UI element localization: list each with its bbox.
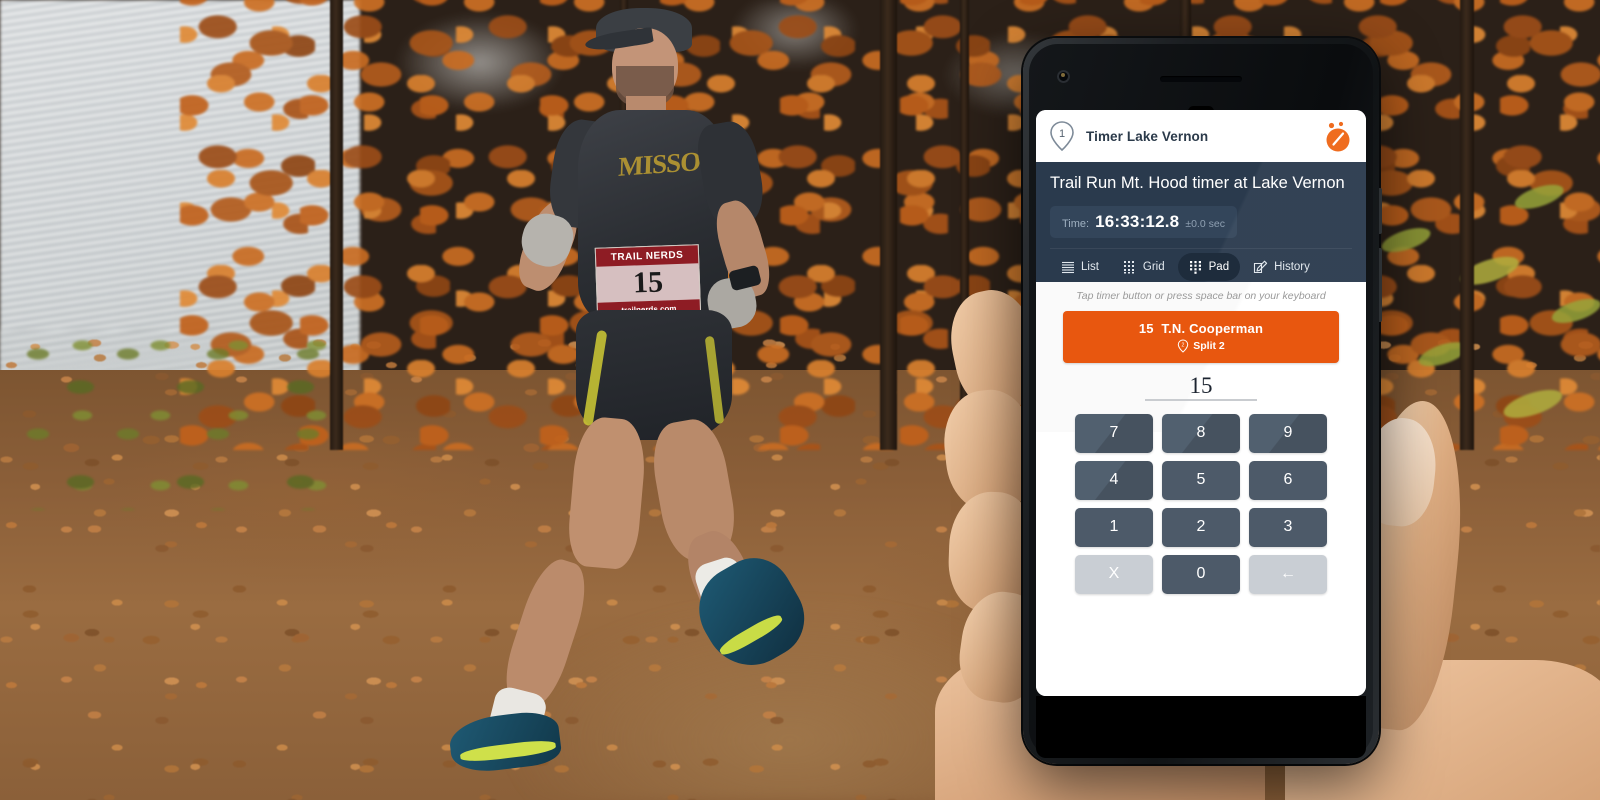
tab-grid[interactable]: Grid [1112,253,1176,281]
time-display: Time: 16:33:12.8 ±0.0 sec [1050,205,1237,238]
number-input-display[interactable]: 15 [1145,373,1257,401]
number-input-value: 15 [1189,372,1213,398]
time-precision: ±0.0 sec [1185,217,1225,230]
tab-pad[interactable]: Pad [1177,253,1241,282]
timer-button-name: T.N. Cooperman [1161,320,1264,336]
split-pin-icon: 2 [1178,339,1189,353]
pin-number: 1 [1059,128,1065,140]
green-brush [20,330,350,510]
front-camera-icon [1057,70,1070,83]
tab-pad-label: Pad [1208,261,1230,274]
tab-history-label: History [1274,261,1310,274]
key-9[interactable]: 9 [1249,413,1327,453]
edit-icon [1254,260,1268,273]
key-5[interactable]: 5 [1162,460,1240,500]
trail-runner: MISSOURI TRAIL NERDS 15 trailnerds.com [430,0,850,800]
app-title: Timer Lake Vernon [1086,128,1209,144]
key-backspace[interactable]: ← [1249,554,1327,594]
grid-icon [1123,261,1134,274]
key-8[interactable]: 8 [1162,413,1240,453]
volume-button[interactable] [1379,188,1382,234]
pad-icon [1189,261,1201,275]
smartphone-device: 1 Timer Lake Vernon Trail Run Mt. Hood t… [1023,38,1382,764]
phone-chin [1036,696,1366,758]
key-1[interactable]: 1 [1075,507,1153,547]
pad-view: Tap timer button or press space bar on y… [1036,281,1366,696]
app-screen: 1 Timer Lake Vernon Trail Run Mt. Hood t… [1036,110,1366,696]
key-7[interactable]: 7 [1075,413,1153,453]
split-pin-number: 2 [1182,342,1185,348]
location-pin-icon: 1 [1048,120,1076,152]
tree-trunk [880,0,897,450]
tab-history[interactable]: History [1242,253,1321,282]
tab-grid-label: Grid [1142,261,1165,274]
keyboard-hint: Tap timer button or press space bar on y… [1076,289,1326,302]
tab-list[interactable]: List [1050,253,1110,281]
race-header: Trail Run Mt. Hood timer at Lake Vernon … [1036,162,1366,282]
key-2[interactable]: 2 [1162,507,1240,547]
numeric-keypad: 7 8 9 4 5 6 1 2 3 X 0 ← [1075,413,1327,594]
split-label: Split 2 [1193,339,1225,352]
key-6[interactable]: 6 [1249,460,1327,500]
timer-button-athlete: 15 T.N. Cooperman [1139,321,1263,336]
stopwatch-icon[interactable] [1320,119,1354,153]
bib-number: 15 [596,263,700,303]
time-label: Time: [1062,217,1090,230]
view-tabs: List Grid Pad History [1050,247,1352,282]
key-0[interactable]: 0 [1162,554,1240,594]
earpiece-speaker [1160,76,1242,82]
power-button[interactable] [1379,248,1382,322]
key-3[interactable]: 3 [1249,507,1327,547]
tree-trunk [330,0,343,450]
timer-button[interactable]: 15 T.N. Cooperman 2 Split 2 [1063,310,1339,363]
race-title: Trail Run Mt. Hood timer at Lake Vernon [1050,174,1345,192]
tab-list-label: List [1081,261,1099,274]
app-bar: 1 Timer Lake Vernon [1036,110,1366,162]
key-4[interactable]: 4 [1075,460,1153,500]
timer-button-bib: 15 [1138,320,1154,336]
timer-button-split: 2 Split 2 [1177,339,1225,353]
list-icon [1062,262,1074,274]
runner-left-thigh [565,415,649,571]
key-clear[interactable]: X [1075,554,1153,594]
time-value: 16:33:12.8 [1095,211,1180,231]
